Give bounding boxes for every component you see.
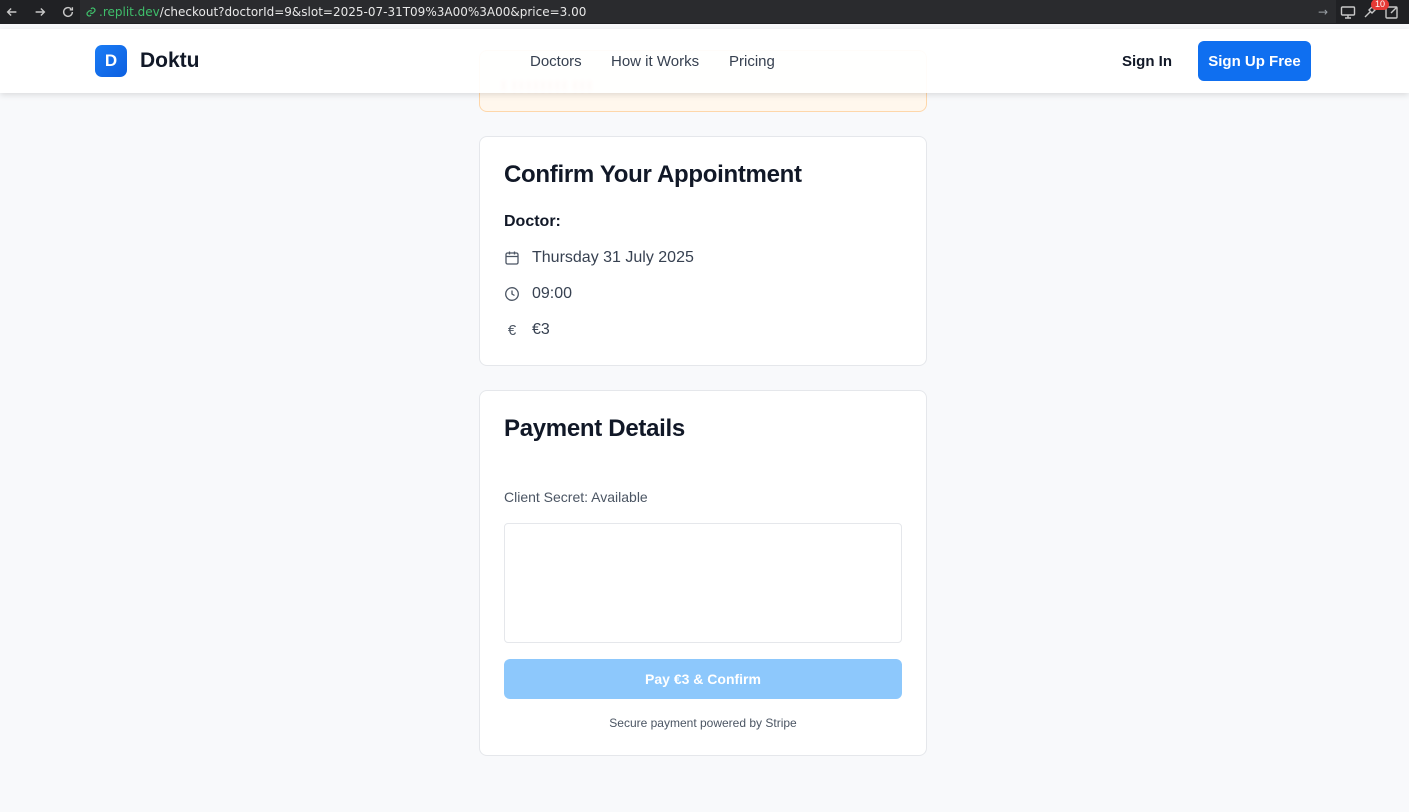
calendar-icon [504, 250, 520, 266]
url-path: /checkout?doctorId=9&slot=2025-07-31T09%… [159, 4, 587, 19]
date-row: Thursday 31 July 2025 [504, 249, 694, 267]
sign-up-button[interactable]: Sign Up Free [1198, 41, 1311, 81]
address-bar[interactable]: .replit.dev/checkout?doctorId=9&slot=202… [80, 0, 1336, 23]
nav-how-it-works[interactable]: How it Works [611, 53, 699, 70]
appointment-date: Thursday 31 July 2025 [532, 249, 694, 266]
appointment-card: Confirm Your Appointment Doctor: Thursda… [479, 136, 927, 366]
price-row: € €3 [504, 321, 550, 339]
logo-mark[interactable]: D [95, 45, 127, 77]
nav-doctors[interactable]: Doctors [530, 53, 582, 70]
client-secret-status: Client Secret: Available [504, 489, 648, 505]
brand-name[interactable]: Doktu [140, 49, 200, 73]
doctor-label: Doctor: [504, 213, 561, 230]
appointment-price: €3 [532, 321, 550, 338]
stripe-payment-element[interactable] [504, 523, 902, 643]
screen-cast-icon[interactable] [1340, 4, 1356, 20]
extension-area [1340, 0, 1400, 24]
euro-icon: € [507, 321, 517, 339]
forward-icon[interactable] [28, 0, 52, 24]
appointment-time: 09:00 [532, 285, 573, 302]
appointment-title: Confirm Your Appointment [504, 161, 802, 188]
link-icon [86, 6, 96, 17]
sign-in-link[interactable]: Sign In [1122, 53, 1172, 70]
reload-icon[interactable] [56, 0, 80, 24]
pay-confirm-button[interactable]: Pay €3 & Confirm [504, 659, 902, 699]
notification-badge: 10 [1371, 0, 1389, 10]
payment-title: Payment Details [504, 415, 685, 442]
go-arrow-icon[interactable]: → [1318, 5, 1328, 19]
browser-toolbar: .replit.dev/checkout?doctorId=9&slot=202… [0, 0, 1409, 24]
clock-icon [504, 286, 520, 302]
time-row: 09:00 [504, 285, 572, 303]
nav-pricing[interactable]: Pricing [729, 53, 775, 70]
url-host: .replit.dev [99, 4, 160, 19]
app-header: D Doktu Doctors How it Works Pricing Sig… [0, 29, 1409, 93]
payment-card: Payment Details Client Secret: Available… [479, 390, 927, 756]
back-icon[interactable] [0, 0, 24, 24]
secure-payment-note: Secure payment powered by Stripe [609, 716, 797, 730]
